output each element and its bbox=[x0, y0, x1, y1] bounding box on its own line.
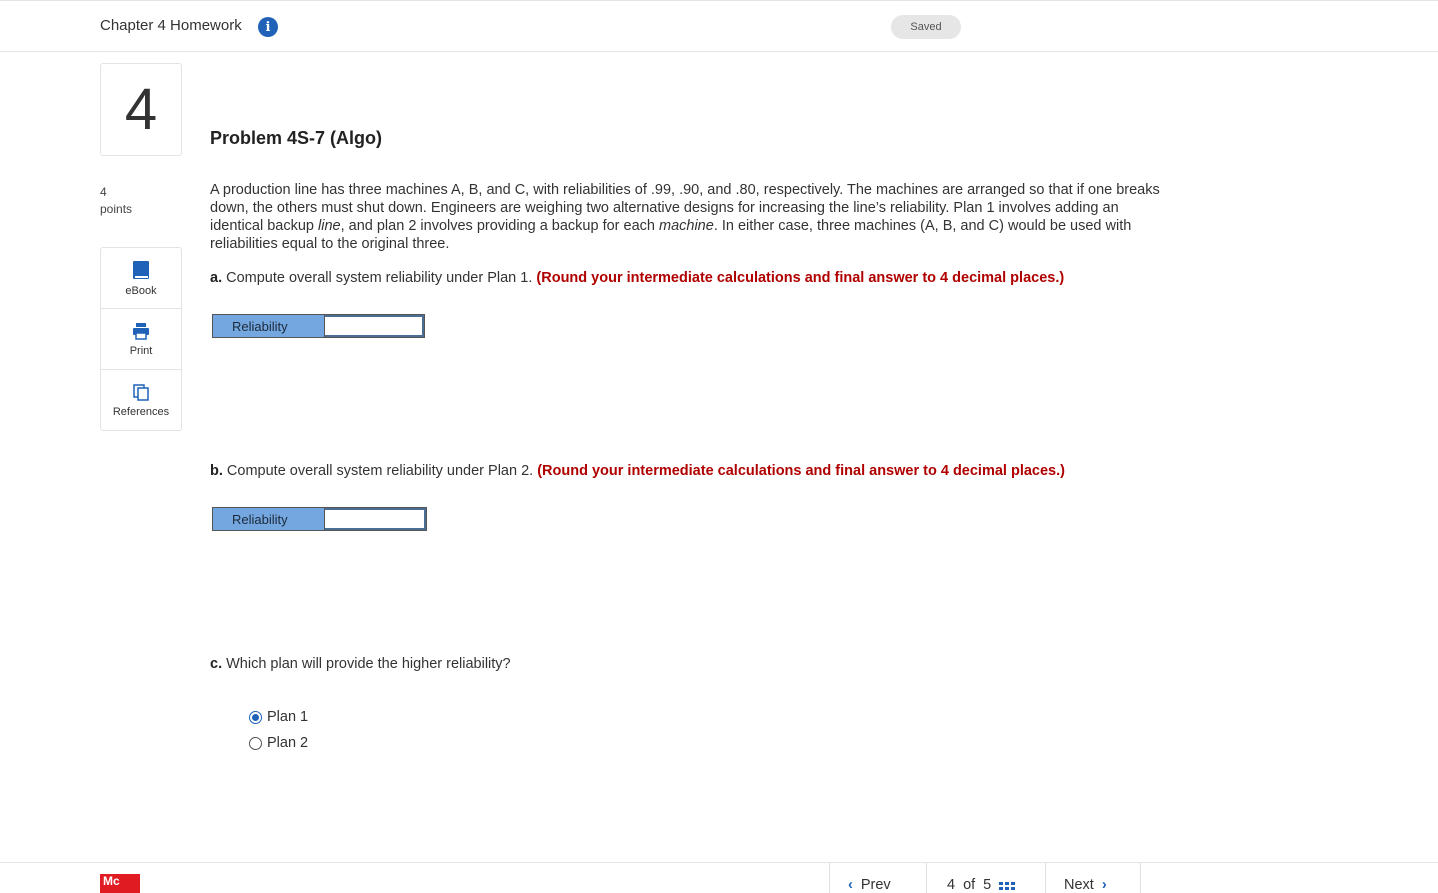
ebook-label: eBook bbox=[125, 284, 157, 297]
prev-button[interactable]: ‹ Prev bbox=[829, 863, 926, 893]
question-number: 4 bbox=[100, 63, 182, 156]
top-bar: Chapter 4 Homework i Saved bbox=[0, 0, 1438, 52]
info-icon[interactable]: i bbox=[258, 17, 278, 37]
part-b-reliability-input[interactable] bbox=[325, 508, 426, 530]
tools-panel: eBook Print References bbox=[100, 247, 182, 431]
plan-2-radio[interactable] bbox=[249, 736, 262, 750]
part-b-note: (Round your intermediate calculations an… bbox=[537, 463, 1065, 479]
plan-2-option[interactable]: Plan 2 bbox=[249, 735, 308, 751]
grid-icon bbox=[999, 882, 1016, 890]
problem-title: Problem 4S-7 (Algo) bbox=[210, 128, 383, 148]
plan-1-radio[interactable] bbox=[249, 710, 262, 724]
part-c-text: Which plan will provide the higher relia… bbox=[222, 656, 511, 672]
part-b-answer-row: Reliability bbox=[212, 507, 427, 531]
print-label: Print bbox=[129, 344, 153, 357]
chevron-left-icon: ‹ bbox=[848, 877, 853, 893]
references-icon bbox=[133, 384, 149, 401]
part-c-prompt: c. Which plan will provide the higher re… bbox=[210, 656, 511, 672]
saved-status-badge: Saved bbox=[891, 15, 961, 39]
mcgraw-hill-logo: Mc bbox=[100, 874, 140, 893]
assignment-title: Chapter 4 Homework bbox=[100, 17, 242, 34]
chevron-right-icon: › bbox=[1101, 877, 1107, 893]
footer-bar: Mc ‹ Prev 4 of 5 Next › bbox=[0, 862, 1438, 893]
references-label: References bbox=[112, 406, 170, 418]
page-of: of bbox=[963, 877, 976, 893]
page-total: 5 bbox=[983, 877, 992, 893]
part-a-text: Compute overall system reliability under… bbox=[222, 270, 537, 286]
points-label: points bbox=[100, 202, 133, 216]
next-button[interactable]: Next › bbox=[1045, 863, 1141, 893]
book-icon bbox=[133, 260, 149, 279]
part-a-prompt: a. Compute overall system reliability un… bbox=[210, 270, 1064, 286]
part-b-letter: b. bbox=[210, 463, 223, 479]
printer-icon bbox=[133, 322, 149, 340]
plan-1-label: Plan 1 bbox=[267, 709, 309, 725]
part-a-reliability-input[interactable] bbox=[325, 315, 424, 337]
stem-emphasis-line: line bbox=[318, 218, 341, 234]
part-c-letter: c. bbox=[210, 656, 223, 672]
prev-label: Prev bbox=[860, 877, 891, 893]
part-a-note: (Round your intermediate calculations an… bbox=[536, 270, 1065, 286]
references-button[interactable]: References bbox=[101, 370, 181, 431]
next-label: Next bbox=[1064, 877, 1094, 893]
plan-1-option[interactable]: Plan 1 bbox=[249, 709, 308, 725]
part-a-answer-row: Reliability bbox=[212, 314, 425, 338]
part-a-answer-label: Reliability bbox=[213, 315, 325, 337]
stem-text-2: , and plan 2 involves providing a backup… bbox=[340, 218, 659, 234]
page-current: 4 bbox=[947, 877, 956, 893]
ebook-button[interactable]: eBook bbox=[101, 248, 181, 309]
part-b-text: Compute overall system reliability under… bbox=[222, 463, 538, 479]
points-value: 4 bbox=[100, 185, 107, 199]
points-info: 4 points bbox=[100, 184, 132, 218]
part-a-letter: a. bbox=[210, 270, 223, 286]
stem-emphasis-machine: machine bbox=[659, 218, 714, 234]
part-b-answer-label: Reliability bbox=[213, 508, 325, 530]
page-indicator[interactable]: 4 of 5 bbox=[926, 863, 1045, 893]
print-button[interactable]: Print bbox=[101, 309, 181, 370]
problem-statement: A production line has three machines A, … bbox=[210, 181, 1160, 253]
plan-2-label: Plan 2 bbox=[267, 735, 309, 751]
part-b-prompt: b. Compute overall system reliability un… bbox=[210, 463, 1065, 479]
